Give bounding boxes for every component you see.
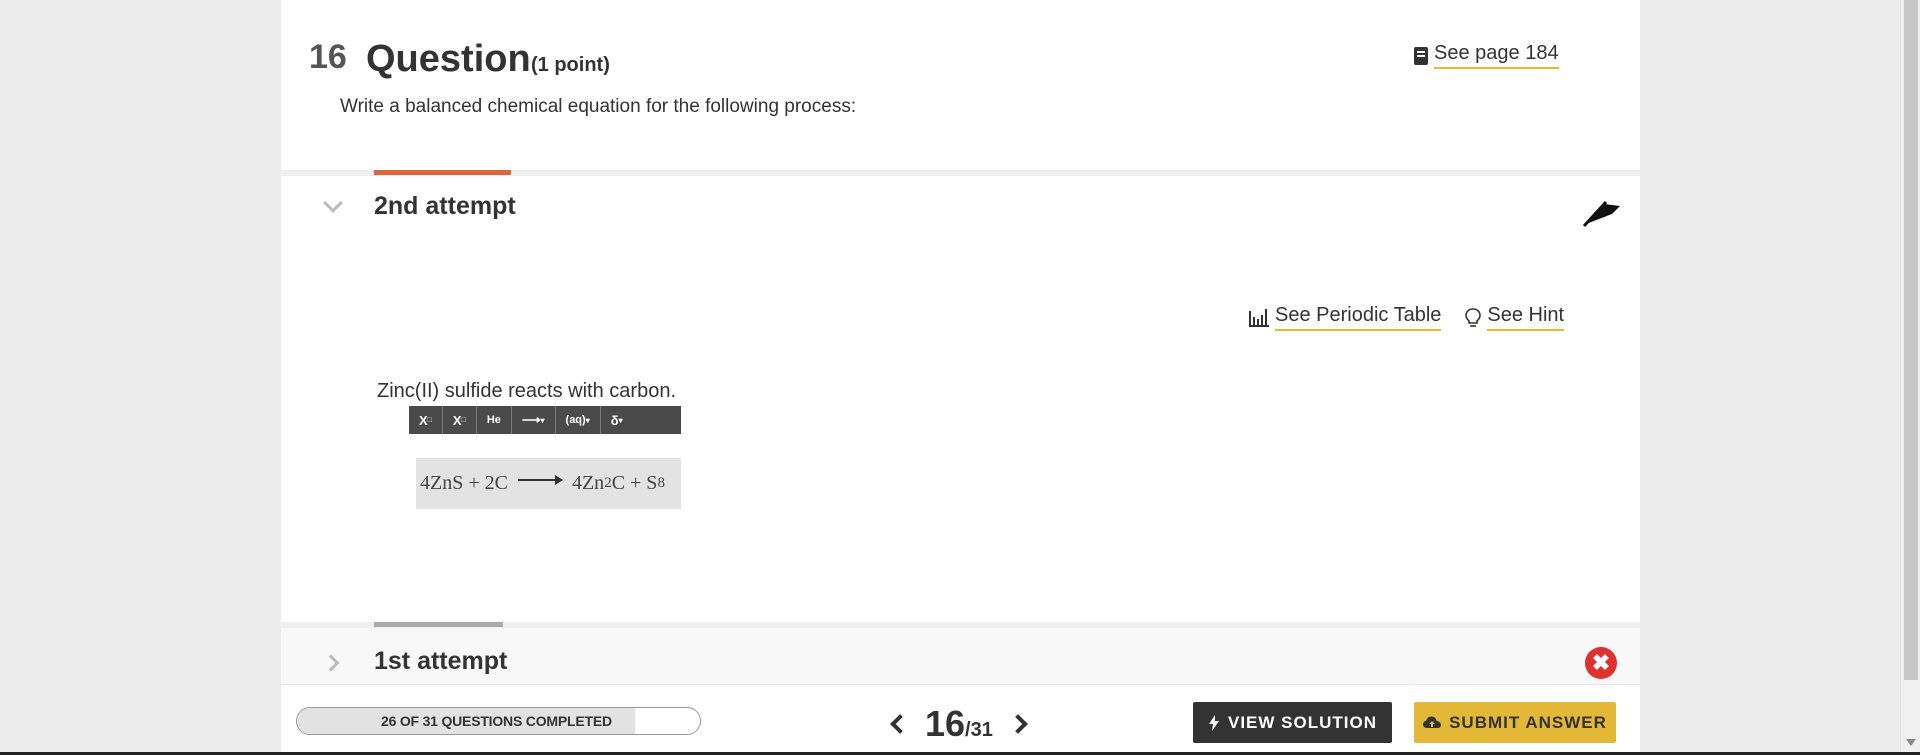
see-periodic-table-link[interactable]: See Periodic Table	[1249, 304, 1442, 331]
chevron-down-icon[interactable]	[323, 193, 343, 213]
book-icon	[1414, 46, 1428, 65]
scroll-down-arrow-icon[interactable]	[1906, 739, 1916, 746]
see-hint-label: See Hint	[1487, 304, 1565, 331]
attempt-1-indicator	[374, 622, 503, 627]
scrollbar-thumb[interactable]	[1904, 0, 1918, 680]
cloud-upload-icon	[1423, 716, 1442, 728]
view-solution-button[interactable]: VIEW SOLUTION	[1193, 702, 1392, 743]
state-button[interactable]: (aq) ▾	[556, 406, 601, 434]
attempt-1-panel[interactable]: 1st attempt ✖	[281, 628, 1640, 684]
lightning-icon	[1209, 714, 1219, 731]
flag-icon[interactable]	[1582, 192, 1626, 228]
lightbulb-icon	[1465, 307, 1482, 327]
submit-answer-label: SUBMIT ANSWER	[1449, 712, 1607, 732]
view-solution-label: VIEW SOLUTION	[1228, 712, 1377, 732]
attempt-1-title[interactable]: 1st attempt	[374, 647, 507, 676]
question-points: (1 point)	[531, 54, 610, 76]
progress-label: 26 OF 31 QUESTIONS COMPLETED	[381, 713, 612, 729]
attempt-2-title[interactable]: 2nd attempt	[374, 192, 516, 221]
question-number: 16	[309, 38, 347, 76]
incorrect-x-icon: ✖	[1585, 647, 1617, 679]
chevron-right-icon[interactable]	[322, 654, 340, 672]
see-periodic-table-label: See Periodic Table	[1275, 304, 1442, 331]
helper-tools: See Periodic Table See Hint	[1249, 304, 1588, 331]
question-header: 16 Question (1 point) Write a balanced c…	[281, 0, 1640, 170]
equation-rhs-zn: 4Zn	[571, 472, 605, 494]
chevron-left-icon[interactable]	[890, 714, 910, 734]
page-scrollbar[interactable]	[1900, 0, 1920, 755]
question-stem: Zinc(II) sulfide reacts with carbon.	[377, 380, 676, 402]
active-attempt-indicator	[374, 170, 511, 175]
subscript-button[interactable]: X □	[443, 406, 477, 434]
chevron-right-icon[interactable]	[1007, 714, 1028, 734]
equation-rhs-sub1: 2	[604, 475, 612, 491]
equation-rhs-rest: C + S	[611, 472, 658, 494]
question-pager: 16 /31	[890, 703, 1028, 745]
equation-rhs-sub2: 8	[657, 475, 665, 491]
reaction-arrow-icon	[517, 474, 563, 485]
current-question-number: 16	[925, 703, 966, 744]
equation-answer-field[interactable]: 4ZnS + 2C 4Zn 2 C + S8	[416, 458, 681, 509]
see-page-label: See page 184	[1434, 42, 1559, 69]
question-page: 16 Question (1 point) Write a balanced c…	[281, 0, 1640, 755]
equation-lhs: 4ZnS + 2C	[420, 472, 508, 494]
see-page-link[interactable]: See page 184	[1414, 42, 1559, 69]
periodic-table-icon	[1249, 308, 1269, 327]
submit-answer-button[interactable]: SUBMIT ANSWER	[1414, 702, 1616, 743]
superscript-button[interactable]: X □	[409, 406, 443, 434]
progress-bar: 26 OF 31 QUESTIONS COMPLETED	[296, 707, 701, 735]
isotope-button[interactable]: He	[477, 406, 512, 434]
symbol-button[interactable]: δ ▾	[601, 406, 633, 434]
question-title: Question	[366, 38, 531, 80]
total-questions: /31	[965, 718, 993, 741]
see-hint-link[interactable]: See Hint	[1465, 304, 1565, 331]
question-prompt: Write a balanced chemical equation for t…	[340, 96, 857, 117]
equation-toolbar: X □ X □ He ⟶ ▾ (aq) ▾ δ ▾	[409, 406, 681, 434]
reaction-arrow-button[interactable]: ⟶ ▾	[512, 406, 556, 434]
footer-bar: 26 OF 31 QUESTIONS COMPLETED 16 /31 VIEW…	[281, 684, 1640, 755]
attempt-2-panel: 2nd attempt See Periodic Table See Hint …	[281, 176, 1640, 622]
